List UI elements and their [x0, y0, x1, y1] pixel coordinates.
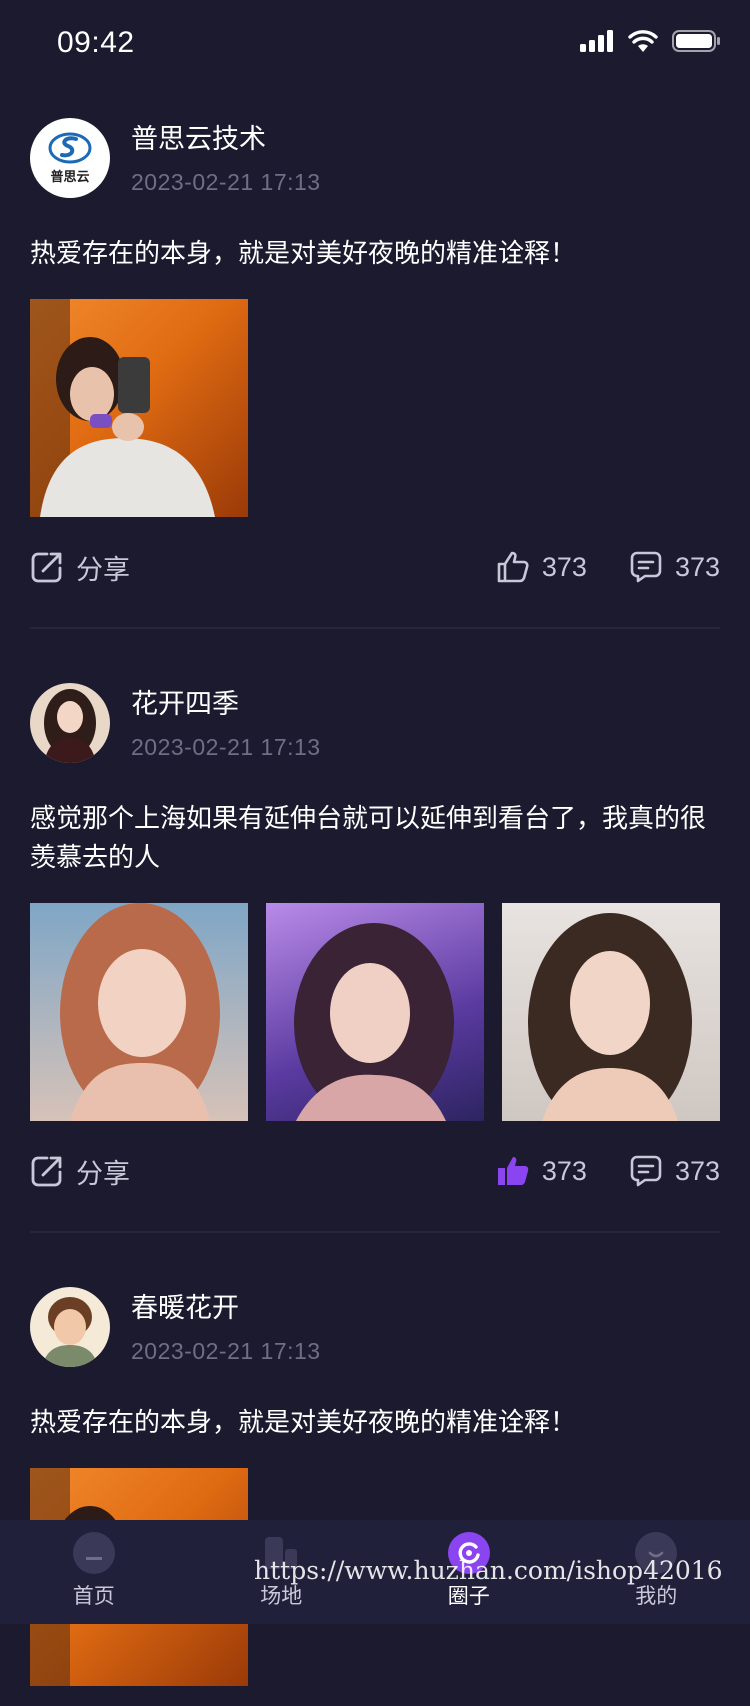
post-time: 2023-02-21 17:13	[131, 1338, 321, 1365]
photo-person	[502, 903, 720, 1121]
watermark-text: https://www.huzhan.com/ishop42016	[254, 1556, 723, 1585]
post-meta: 春暖花开 2023-02-21 17:13	[131, 1290, 321, 1365]
divider	[30, 1231, 720, 1233]
post-card: 花开四季 2023-02-21 17:13 感觉那个上海如果有延伸台就可以延伸到…	[30, 665, 720, 1253]
author-name[interactable]: 春暖花开	[131, 1290, 321, 1326]
post-actions: 分享 373 373	[30, 517, 720, 617]
post-header: 春暖花开 2023-02-21 17:13	[30, 1269, 720, 1385]
comment-icon	[629, 1154, 663, 1188]
photo-person	[30, 299, 248, 517]
post-text: 热爱存在的本身，就是对美好夜晚的精准诠释！	[30, 1403, 720, 1442]
author-name[interactable]: 花开四季	[131, 686, 321, 722]
post-time: 2023-02-21 17:13	[131, 169, 321, 196]
status-time: 09:42	[57, 26, 135, 60]
post-photo[interactable]	[502, 903, 720, 1121]
post-card: 普思云 普思云技术 2023-02-21 17:13 热爱存在的本身，就是对美好…	[30, 100, 720, 649]
like-button[interactable]: 373	[496, 1154, 587, 1188]
comment-count: 373	[675, 1156, 720, 1187]
avatar-girl-illustration	[30, 683, 110, 763]
home-icon	[73, 1532, 115, 1574]
divider	[30, 627, 720, 629]
avatar[interactable]: 普思云	[30, 118, 110, 198]
feed: 普思云 普思云技术 2023-02-21 17:13 热爱存在的本身，就是对美好…	[30, 100, 720, 1706]
post-time: 2023-02-21 17:13	[131, 734, 321, 761]
share-label: 分享	[76, 1152, 130, 1191]
share-label: 分享	[76, 548, 130, 587]
post-images	[30, 903, 720, 1121]
battery-icon	[672, 30, 720, 52]
share-button[interactable]: 分享	[30, 1152, 130, 1191]
tab-label: 首页	[73, 1580, 115, 1610]
status-icons	[580, 30, 720, 52]
avatar-boy-illustration	[30, 1287, 110, 1367]
post-meta: 花开四季 2023-02-21 17:13	[131, 686, 321, 761]
photo-person	[266, 903, 484, 1121]
post-text: 热爱存在的本身，就是对美好夜晚的精准诠释！	[30, 234, 720, 273]
post-header: 花开四季 2023-02-21 17:13	[30, 665, 720, 781]
share-icon	[30, 550, 64, 584]
like-count: 373	[542, 1156, 587, 1187]
post-meta: 普思云技术 2023-02-21 17:13	[131, 121, 321, 196]
avatar[interactable]	[30, 683, 110, 763]
post-photo[interactable]	[30, 299, 248, 517]
post-text: 感觉那个上海如果有延伸台就可以延伸到看台了，我真的很羡慕去的人	[30, 799, 720, 877]
comment-icon	[629, 550, 663, 584]
post-actions: 分享 373 373	[30, 1121, 720, 1221]
share-icon	[30, 1154, 64, 1188]
status-bar: 09:42	[0, 0, 750, 90]
post-photo[interactable]	[30, 903, 248, 1121]
tab-home[interactable]: 首页	[0, 1520, 188, 1624]
post-header: 普思云 普思云技术 2023-02-21 17:13	[30, 100, 720, 216]
wifi-icon	[628, 30, 658, 52]
comment-button[interactable]: 373	[629, 550, 720, 584]
photo-person	[30, 903, 248, 1121]
post-photo[interactable]	[266, 903, 484, 1121]
share-button[interactable]: 分享	[30, 548, 130, 587]
like-count: 373	[542, 552, 587, 583]
like-button[interactable]: 373	[496, 550, 587, 584]
brand-logo-text: 普思云	[50, 166, 89, 185]
comment-count: 373	[675, 552, 720, 583]
post-images	[30, 299, 720, 517]
brand-logo-icon	[48, 132, 92, 164]
author-name[interactable]: 普思云技术	[131, 121, 321, 157]
signal-icon	[580, 30, 614, 52]
thumbs-up-filled-icon	[496, 1154, 530, 1188]
post-card: 春暖花开 2023-02-21 17:13 热爱存在的本身，就是对美好夜晚的精准…	[30, 1269, 720, 1706]
comment-button[interactable]: 373	[629, 1154, 720, 1188]
avatar[interactable]	[30, 1287, 110, 1367]
thumbs-up-icon	[496, 550, 530, 584]
